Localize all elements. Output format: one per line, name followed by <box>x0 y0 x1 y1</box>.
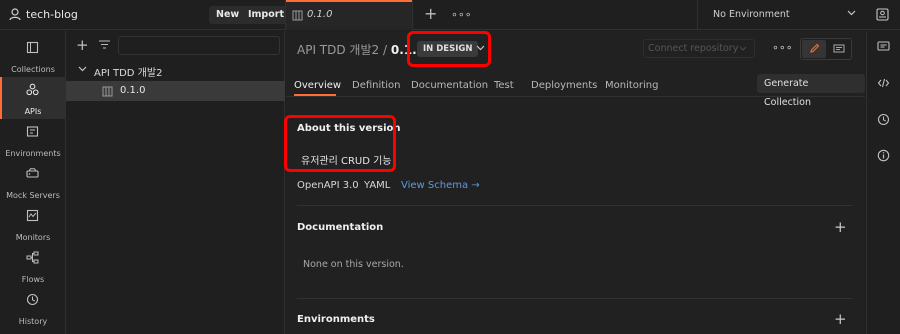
environment-quicklook-icon[interactable] <box>876 8 889 21</box>
sidebar-item-mock-servers[interactable]: Mock Servers <box>0 161 66 203</box>
documentation-title: Documentation <box>297 222 384 233</box>
api-version-icon <box>292 10 303 21</box>
flows-icon <box>26 251 39 264</box>
highlight-box-status <box>407 31 491 67</box>
right-sidebar <box>866 31 900 334</box>
sidebar-item-label: Flows <box>21 275 45 284</box>
tree-item-api[interactable]: API TDD 개발2 <box>66 61 285 80</box>
view-schema-label: View Schema <box>401 180 469 191</box>
documentation-empty-text: None on this version. <box>303 259 404 270</box>
add-api-button[interactable]: + <box>76 36 89 54</box>
breadcrumb: API TDD 개발2 / 0.1.0 <box>297 41 425 58</box>
sidebar-item-label: Collections <box>11 65 55 74</box>
search-input[interactable] <box>118 36 280 55</box>
environments-title: Environments <box>297 314 375 325</box>
sidebar-item-monitors[interactable]: Monitors <box>0 203 66 245</box>
sidebar-item-environments[interactable]: Environments <box>0 119 66 161</box>
filter-icon[interactable] <box>99 40 110 49</box>
new-tab-button[interactable]: + <box>424 6 437 22</box>
generate-collection-button[interactable]: Generate Collection <box>757 74 865 108</box>
user-icon <box>9 8 21 21</box>
pencil-icon <box>809 43 820 54</box>
sidebar-item-history[interactable]: History <box>0 287 66 329</box>
chevron-down-icon[interactable] <box>78 66 87 72</box>
left-sidebar: Collections APIs Environments Mock Serve… <box>0 31 66 334</box>
collections-icon <box>26 41 39 54</box>
more-options-icon[interactable]: ∘∘∘ <box>772 41 793 54</box>
tree-item-version[interactable]: 0.1.0 <box>66 81 285 101</box>
sidebar-item-label: Environments <box>5 149 61 158</box>
api-tree-pane: + API TDD 개발2 0.1.0 <box>66 31 285 334</box>
breadcrumb-separator: / <box>382 43 388 57</box>
comments-icon[interactable] <box>877 41 890 53</box>
tab-label: 0.1.0 <box>307 9 333 20</box>
arrow-right-icon: → <box>468 180 480 191</box>
tab-test[interactable]: Test <box>494 80 514 91</box>
breadcrumb-api-name[interactable]: API TDD 개발2 <box>297 43 379 57</box>
top-bar: tech-blog New Import 0.1.0 + ∘∘∘ No Envi… <box>0 0 900 30</box>
spec-type: OpenAPI 3.0 <box>297 180 359 191</box>
edit-mode-button[interactable] <box>802 40 826 58</box>
history-icon <box>26 293 39 306</box>
view-schema-link[interactable]: View Schema → <box>401 180 480 191</box>
apis-icon <box>26 83 39 96</box>
environment-selector[interactable]: No Environment <box>697 0 867 30</box>
spec-format: YAML <box>364 180 391 191</box>
comments-icon[interactable] <box>833 44 845 55</box>
divider <box>297 205 853 206</box>
tab-monitoring[interactable]: Monitoring <box>605 80 658 91</box>
mock-servers-icon <box>26 167 39 180</box>
tab-definition[interactable]: Definition <box>352 80 400 91</box>
sidebar-item-apis[interactable]: APIs <box>0 77 66 119</box>
tab-overview[interactable]: Overview <box>294 80 341 91</box>
tab-options-icon[interactable]: ∘∘∘ <box>451 8 472 21</box>
code-icon[interactable] <box>877 77 890 89</box>
active-tab-indicator <box>294 94 336 96</box>
tree-version-label: 0.1.0 <box>120 85 146 96</box>
tab-api-version[interactable]: 0.1.0 <box>285 0 413 30</box>
divider <box>297 298 853 299</box>
sidebar-item-label: Monitors <box>15 233 51 242</box>
sidebar-item-flows[interactable]: Flows <box>0 245 66 287</box>
tab-documentation[interactable]: Documentation <box>411 80 488 91</box>
environments-icon <box>26 125 39 138</box>
api-version-icon <box>102 86 113 97</box>
view-mode-toggle <box>800 38 852 60</box>
sidebar-item-label: APIs <box>24 107 42 116</box>
workspace-name[interactable]: tech-blog <box>26 8 78 21</box>
highlight-box-about <box>284 115 396 172</box>
tab-deployments[interactable]: Deployments <box>531 80 597 91</box>
main-content: API TDD 개발2 / 0.1.0 IN DESIGN Connect re… <box>284 31 865 334</box>
info-icon[interactable] <box>877 149 890 162</box>
monitors-icon <box>26 209 39 222</box>
add-documentation-button[interactable]: + <box>834 218 847 236</box>
sidebar-item-label: History <box>18 317 48 326</box>
sidebar-item-label: Mock Servers <box>6 191 60 200</box>
environment-label: No Environment <box>713 9 790 20</box>
add-environment-button[interactable]: + <box>834 310 847 328</box>
chevron-down-icon <box>739 46 747 51</box>
tree-api-name: API TDD 개발2 <box>94 68 163 79</box>
history-icon[interactable] <box>877 113 890 126</box>
sidebar-item-collections[interactable]: Collections <box>0 35 66 77</box>
import-button[interactable]: Import <box>241 6 291 24</box>
chevron-down-icon <box>847 10 856 16</box>
